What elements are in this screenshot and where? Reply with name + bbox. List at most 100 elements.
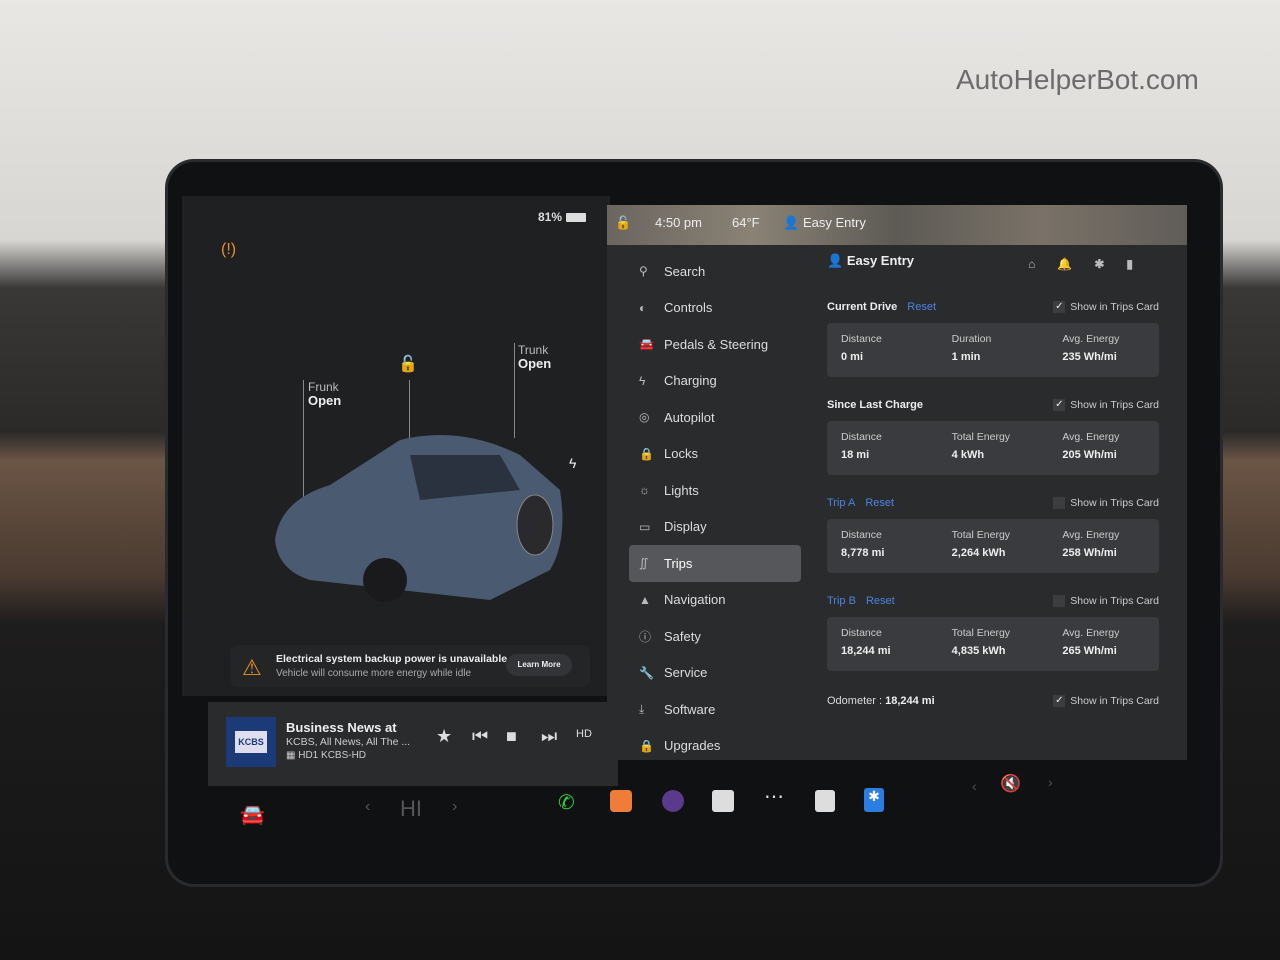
toggle-icon: ◐ [639, 300, 647, 315]
bluetooth-icon[interactable]: ✱ [1094, 257, 1126, 271]
vehicle-image [275, 435, 563, 602]
sun-icon: ☼ [639, 483, 650, 498]
safety-icon: ⓘ [639, 629, 652, 644]
stat: Distance 0 mi [841, 333, 882, 363]
temp-up-chevron-icon[interactable]: › [452, 798, 457, 816]
stat: Total Energy 4,835 kWh [951, 627, 1011, 657]
bolt-icon: ϟ [639, 373, 646, 388]
show-in-trips-card-checkbox[interactable]: Show in Trips Card [1053, 497, 1159, 510]
charge-port-icon[interactable]: ϟ [569, 456, 576, 470]
nav-item-lights[interactable]: ☼ Lights [629, 472, 801, 509]
trip-stats-card: Distance 8,778 mi Total Energy 2,264 kWh Avg… [827, 519, 1159, 573]
nav-item-autopilot[interactable]: ◎ Autopilot [629, 399, 801, 436]
camera-icon[interactable] [662, 790, 684, 812]
nav-item-display[interactable]: ▭ Display [629, 509, 801, 546]
stat: Duration 1 min [951, 333, 992, 363]
profile-icon: 👤 [783, 215, 800, 230]
settings-panel: 🔓 4:50 pm 64°F 👤 Easy Entry ⚲ Search ◐ Cont… [607, 205, 1187, 760]
download-icon: ⤓ [639, 701, 645, 716]
warning-icon: ⚠ [242, 655, 262, 680]
navigation-icon: ▲ [639, 592, 651, 607]
stat: Distance 18 mi [841, 431, 882, 461]
calendar-icon[interactable] [712, 790, 734, 812]
trip-section-header: Trip B Reset Show in Trips Card [827, 595, 1159, 608]
alert-banner: ⚠ Electrical system backup power is unav… [230, 645, 590, 687]
header-icons: ⌂🔔✱▮ [1028, 257, 1155, 271]
lock-icon: 🔒 [639, 446, 654, 461]
stat: Total Energy 4 kWh [951, 431, 1011, 461]
trips-content: 👤 Easy Entry ⌂🔔✱▮ Current Drive Reset ✓ Sho… [827, 253, 1159, 708]
trips-icon: ∬ [639, 556, 649, 571]
profile-name[interactable]: Easy Entry [803, 215, 866, 230]
nav-item-trips[interactable]: ∬ Trips [629, 545, 801, 582]
stat: Avg. Energy 265 Wh/mi [1062, 627, 1120, 657]
odometer: Odometer : 18,244 mi ✓ Show in Trips Card [827, 695, 1159, 708]
bag-icon: 🔒 [639, 738, 654, 753]
bluetooth-app-icon[interactable]: ✱ [864, 788, 884, 812]
stat: Avg. Energy 258 Wh/mi [1062, 529, 1120, 559]
settings-nav: ⚲ Search ◐ Controls 🚘 Pedals & Steering ϟ Charg… [629, 253, 801, 764]
car-icon[interactable]: 🚘 [240, 802, 265, 827]
lte-signal-icon: ▮ [1126, 257, 1155, 271]
display-icon: ▭ [639, 519, 651, 534]
status-bar: 🔓 4:50 pm 64°F 👤 Easy Entry [607, 205, 1187, 245]
nav-item-search[interactable]: ⚲ Search [629, 253, 801, 290]
trunk-button[interactable]: Trunk Open [518, 343, 551, 371]
tire-pressure-warning-icon[interactable]: (!) [221, 241, 236, 259]
mute-icon[interactable]: 🔇 [1000, 774, 1021, 794]
next-track-icon[interactable]: ⏭ [541, 726, 557, 747]
watermark: AutoHelperBot.com [956, 64, 1199, 95]
manual-icon[interactable] [815, 790, 835, 812]
favorite-star-icon[interactable]: ★ [436, 726, 452, 747]
trip-stats-card: Distance 18,244 mi Total Energy 4,835 kWh Av… [827, 617, 1159, 671]
volume-down-chevron-icon[interactable]: ‹ [972, 778, 977, 794]
climate-temperature[interactable]: HI [400, 796, 422, 822]
profile-header[interactable]: 👤 Easy Entry ⌂🔔✱▮ [827, 253, 1159, 279]
nav-item-charging[interactable]: ϟ Charging [629, 363, 801, 400]
frunk-button[interactable]: Frunk Open [308, 380, 341, 408]
nav-item-software[interactable]: ⤓ Software [629, 691, 801, 728]
trip-stats-card: Distance 0 mi Duration 1 min Avg. Energy 235 … [827, 323, 1159, 377]
trip-stats-card: Distance 18 mi Total Energy 4 kWh Avg. Energ… [827, 421, 1159, 475]
nav-item-navigation[interactable]: ▲ Navigation [629, 582, 801, 619]
nav-item-locks[interactable]: 🔒 Locks [629, 436, 801, 473]
search-icon: ⚲ [639, 264, 648, 279]
reset-button[interactable]: Reset [907, 301, 936, 313]
phone-icon[interactable]: ✆ [558, 790, 575, 815]
lock-status-icon[interactable]: 🔓 [615, 215, 631, 231]
stat: Total Energy 2,264 kWh [951, 529, 1011, 559]
more-apps-icon[interactable]: ⋯ [764, 784, 784, 809]
nav-item-pedals-steering[interactable]: 🚘 Pedals & Steering [629, 326, 801, 363]
stat: Distance 8,778 mi [841, 529, 885, 559]
previous-track-icon[interactable]: ⏮ [472, 726, 488, 747]
unlock-icon[interactable]: 🔓 [398, 357, 418, 373]
stat: Avg. Energy 235 Wh/mi [1062, 333, 1120, 363]
learn-more-button[interactable]: Learn More [506, 654, 572, 676]
stat: Distance 18,244 mi [841, 627, 891, 657]
battery-indicator: 81% [538, 210, 587, 224]
stat: Avg. Energy 205 Wh/mi [1062, 431, 1120, 461]
garage-icon[interactable]: ⌂ [1028, 257, 1057, 271]
reset-button[interactable]: Reset [866, 595, 895, 607]
trip-section-header: Trip A Reset Show in Trips Card [827, 497, 1159, 510]
nav-item-safety[interactable]: ⓘ Safety [629, 618, 801, 655]
odometer-show-checkbox[interactable]: ✓ Show in Trips Card [1053, 695, 1159, 708]
reset-button[interactable]: Reset [865, 497, 894, 509]
wrench-icon: 🔧 [639, 665, 654, 680]
show-in-trips-card-checkbox[interactable]: ✓ Show in Trips Card [1053, 399, 1159, 412]
volume-up-chevron-icon[interactable]: › [1048, 774, 1053, 790]
show-in-trips-card-checkbox[interactable]: Show in Trips Card [1053, 595, 1159, 608]
stop-icon[interactable]: ■ [506, 726, 517, 747]
battery-icon [566, 213, 587, 223]
nav-item-service[interactable]: 🔧 Service [629, 655, 801, 692]
media-app-icon[interactable] [610, 790, 632, 812]
album-art: KCBS [226, 717, 276, 767]
show-in-trips-card-checkbox[interactable]: ✓ Show in Trips Card [1053, 301, 1159, 314]
notification-bell-icon[interactable]: 🔔 [1057, 257, 1094, 271]
bottom-dock: 🚘 ‹ HI › ✆ ⋯ ✱ ‹ 🔇 › [200, 770, 1190, 840]
temp-down-chevron-icon[interactable]: ‹ [365, 798, 370, 816]
trip-section-header: Since Last Charge ✓ Show in Trips Card [827, 399, 1159, 412]
hd-radio-icon[interactable]: HD [576, 728, 592, 740]
nav-item-upgrades[interactable]: 🔒 Upgrades [629, 728, 801, 765]
nav-item-controls[interactable]: ◐ Controls [629, 290, 801, 327]
